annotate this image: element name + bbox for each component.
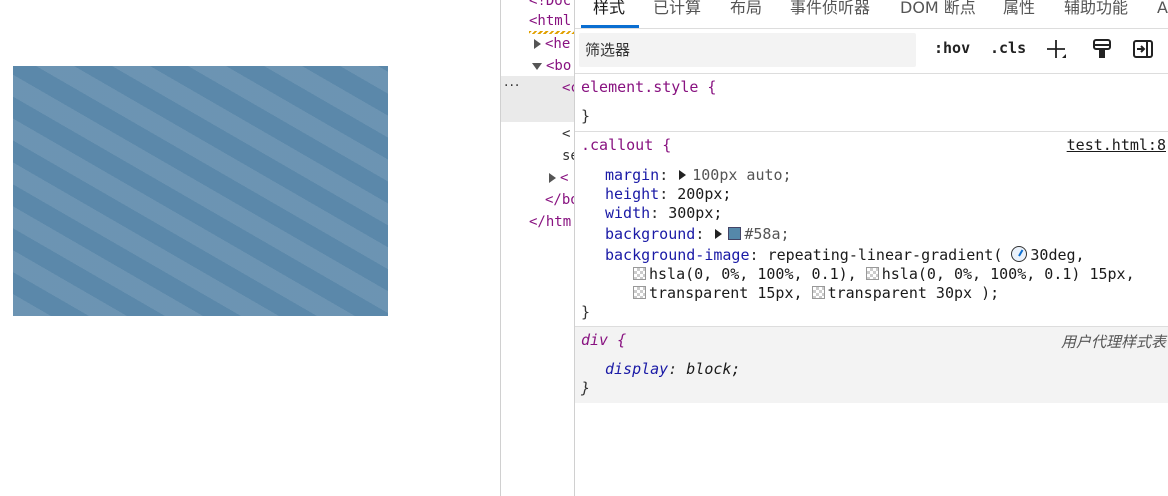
stop-value: transparent 30px ); bbox=[827, 284, 1000, 302]
node-text: < bbox=[560, 170, 569, 186]
stop-value: hsla(0, 0%, 100%, 0.1) 15px, bbox=[881, 265, 1135, 283]
node-text: </bo bbox=[545, 192, 574, 208]
decl-background-image[interactable]: background-image: repeating-linear-gradi… bbox=[605, 246, 1085, 264]
collapse-triangle-icon[interactable] bbox=[532, 62, 542, 70]
expand-triangle-icon[interactable] bbox=[549, 173, 556, 183]
node-text: <!Doc bbox=[529, 0, 572, 9]
expand-triangle-icon[interactable] bbox=[534, 39, 541, 49]
node-text: < bbox=[562, 126, 571, 142]
rule-separator bbox=[575, 131, 1168, 132]
active-tab-indicator bbox=[581, 25, 639, 28]
more-actions-icon[interactable]: ··· bbox=[504, 78, 520, 94]
html-close-node[interactable]: </htm bbox=[529, 212, 571, 232]
color-swatch-icon[interactable] bbox=[633, 267, 646, 280]
node-text: se bbox=[562, 148, 574, 164]
rule-source-label: 用户代理样式表 bbox=[1060, 333, 1166, 351]
node-text: <bo bbox=[546, 58, 572, 74]
decl-width[interactable]: width: 300px; bbox=[605, 204, 722, 222]
rule-selector[interactable]: .callout { bbox=[581, 136, 671, 154]
body-close-node[interactable]: </bo bbox=[545, 190, 574, 210]
rule-close-brace: } bbox=[581, 303, 591, 321]
body-node[interactable]: <bo bbox=[532, 56, 571, 76]
tab-properties[interactable]: 属性 bbox=[1003, 0, 1035, 20]
prop-value: 100px auto; bbox=[692, 166, 792, 184]
tab-more[interactable]: A bbox=[1157, 0, 1168, 20]
gradient-stops-line-2: transparent 15px, transparent 30px ); bbox=[633, 284, 999, 302]
prop-name: width bbox=[605, 204, 651, 222]
prop-name: display bbox=[605, 360, 669, 378]
decl-display: display: block; bbox=[605, 360, 741, 378]
filter-input[interactable]: 筛选器 bbox=[579, 33, 916, 67]
color-swatch-icon[interactable] bbox=[633, 286, 646, 299]
angle-icon[interactable] bbox=[1011, 246, 1028, 262]
angle-value: 30deg, bbox=[1030, 246, 1085, 264]
elements-panel: ··· <!Doc <html <he <bo <c < se < </bo <… bbox=[501, 0, 574, 496]
expand-shorthand-icon[interactable] bbox=[715, 229, 723, 239]
sidebar-toggle-icon[interactable] bbox=[1132, 38, 1154, 60]
prop-name: margin bbox=[605, 166, 660, 184]
stop-value: transparent 15px, bbox=[649, 284, 803, 302]
rule-selector[interactable]: div { bbox=[581, 331, 626, 349]
prop-name: height bbox=[605, 185, 660, 203]
hover-state-button[interactable]: :hov bbox=[934, 39, 970, 57]
doctype-node[interactable]: <!Doc bbox=[529, 0, 571, 11]
prop-value: 300px; bbox=[668, 204, 723, 222]
color-swatch-icon[interactable] bbox=[865, 267, 879, 280]
prop-value: #58a; bbox=[744, 225, 790, 243]
head-node[interactable]: <he bbox=[534, 34, 570, 54]
expand-shorthand-icon[interactable] bbox=[679, 170, 687, 180]
paint-brush-icon[interactable] bbox=[1091, 38, 1113, 60]
rule-close-brace: } bbox=[581, 107, 591, 125]
tab-styles[interactable]: 样式 bbox=[593, 0, 625, 20]
tab-accessibility[interactable]: 辅助功能 bbox=[1064, 0, 1128, 20]
tab-layout[interactable]: 布局 bbox=[730, 0, 762, 20]
decl-height[interactable]: height: 200px; bbox=[605, 185, 731, 203]
decl-margin[interactable]: margin: 100px auto; bbox=[605, 166, 792, 184]
text-node[interactable]: < bbox=[562, 124, 570, 144]
node-text: <he bbox=[545, 36, 571, 52]
tab-event-listeners[interactable]: 事件侦听器 bbox=[790, 0, 870, 20]
class-toggle-button[interactable]: .cls bbox=[990, 39, 1026, 57]
html-node[interactable]: <html bbox=[529, 11, 571, 31]
node-text: <c bbox=[562, 80, 574, 96]
prop-name: background-image bbox=[605, 246, 750, 264]
rule-source-link[interactable]: test.html:8 bbox=[1067, 136, 1166, 154]
tab-bar: 样式 已计算 布局 事件侦听器 DOM 断点 属性 辅助功能 A bbox=[575, 0, 1168, 29]
prop-name: background bbox=[605, 225, 696, 243]
decl-background[interactable]: background: #58a; bbox=[605, 225, 790, 243]
styles-panel: 样式 已计算 布局 事件侦听器 DOM 断点 属性 辅助功能 A 筛选器 :ho… bbox=[575, 0, 1168, 496]
color-swatch-icon[interactable] bbox=[811, 286, 825, 299]
tab-computed[interactable]: 已计算 bbox=[653, 0, 701, 20]
prop-value: block; bbox=[686, 360, 741, 378]
color-swatch-icon[interactable] bbox=[728, 227, 742, 240]
plus-icon[interactable] bbox=[1045, 38, 1067, 60]
styles-toolbar: 筛选器 :hov .cls bbox=[575, 30, 1168, 74]
prop-value: repeating-linear-gradient( bbox=[767, 246, 1003, 264]
tab-dom-breakpoints[interactable]: DOM 断点 bbox=[900, 0, 976, 20]
rule-close-brace: } bbox=[581, 379, 591, 397]
text-node[interactable]: se bbox=[562, 146, 574, 166]
rule-selector[interactable]: element.style { bbox=[581, 78, 716, 96]
div-node-selected[interactable]: <c bbox=[562, 78, 574, 98]
gradient-stops-line-1: hsla(0, 0%, 100%, 0.1), hsla(0, 0%, 100%… bbox=[633, 265, 1135, 283]
node-text: </htm bbox=[529, 214, 572, 230]
script-node[interactable]: < bbox=[549, 168, 568, 188]
prop-value: 200px; bbox=[677, 185, 732, 203]
node-text: <html bbox=[529, 13, 572, 29]
callout-preview bbox=[13, 66, 388, 316]
stop-value: hsla(0, 0%, 100%, 0.1), bbox=[649, 265, 857, 283]
